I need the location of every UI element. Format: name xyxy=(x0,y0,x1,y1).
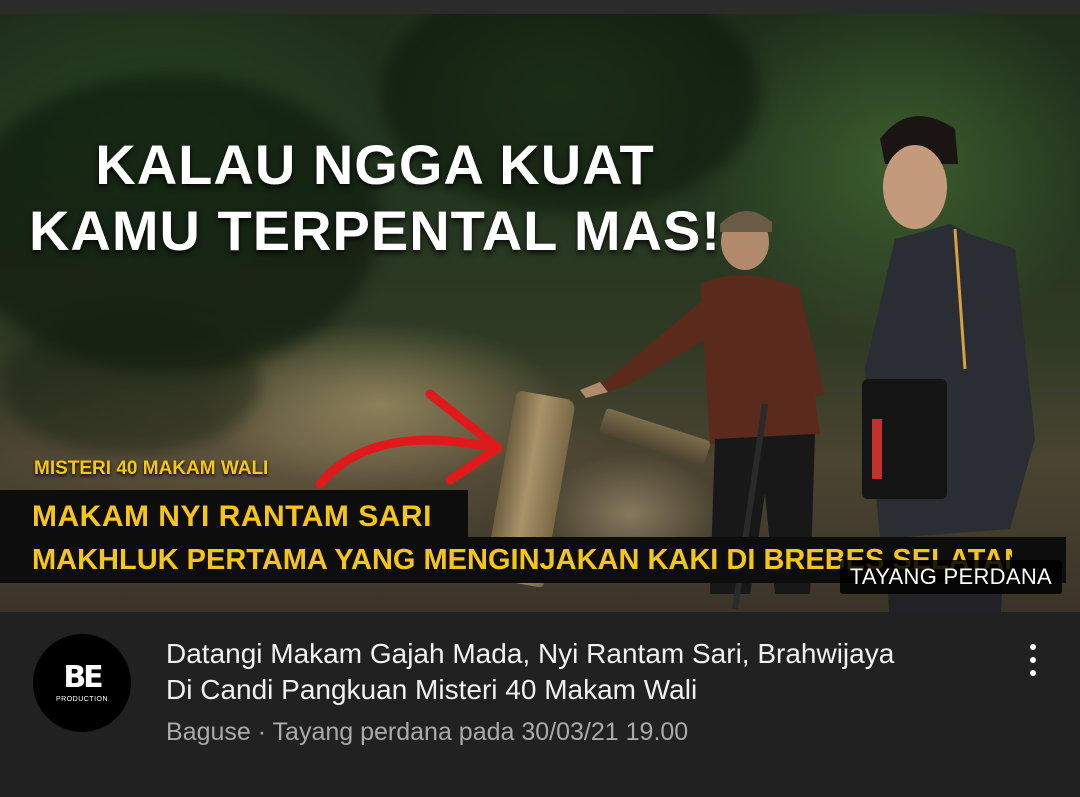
headline-line-2: KAMU TERPENTAL MAS! xyxy=(28,199,721,262)
series-label: MISTERI 40 MAKAM WALI xyxy=(34,458,269,479)
premiere-badge: TAYANG PERDANA xyxy=(839,560,1062,594)
status-strip xyxy=(0,0,1080,14)
more-vertical-icon[interactable] xyxy=(1016,640,1050,680)
red-arrow-icon xyxy=(315,389,503,489)
video-thumbnail[interactable]: KALAU NGGA KUAT KAMU TERPENTAL MAS! MIST… xyxy=(0,14,1080,612)
menu-dot xyxy=(1030,670,1036,676)
channel-avatar[interactable]: BE PRODUCTION xyxy=(33,634,131,732)
channel-logo: BE xyxy=(63,660,103,695)
menu-dot xyxy=(1030,657,1036,663)
thumbnail-headline: KALAU NGGA KUAT KAMU TERPENTAL MAS! xyxy=(0,132,750,264)
foliage-shadow xyxy=(0,314,260,454)
channel-logo-subtitle: PRODUCTION xyxy=(55,696,109,703)
video-title[interactable]: Datangi Makam Gajah Mada, Nyi Rantam Sar… xyxy=(166,636,986,708)
caption-line-1: MAKAM NYI RANTAM SARI xyxy=(32,500,432,533)
headline-line-1: KALAU NGGA KUAT xyxy=(95,133,655,196)
video-metadata[interactable]: Baguse · Tayang perdana pada 30/03/21 19… xyxy=(166,718,688,747)
menu-dot xyxy=(1030,644,1036,650)
